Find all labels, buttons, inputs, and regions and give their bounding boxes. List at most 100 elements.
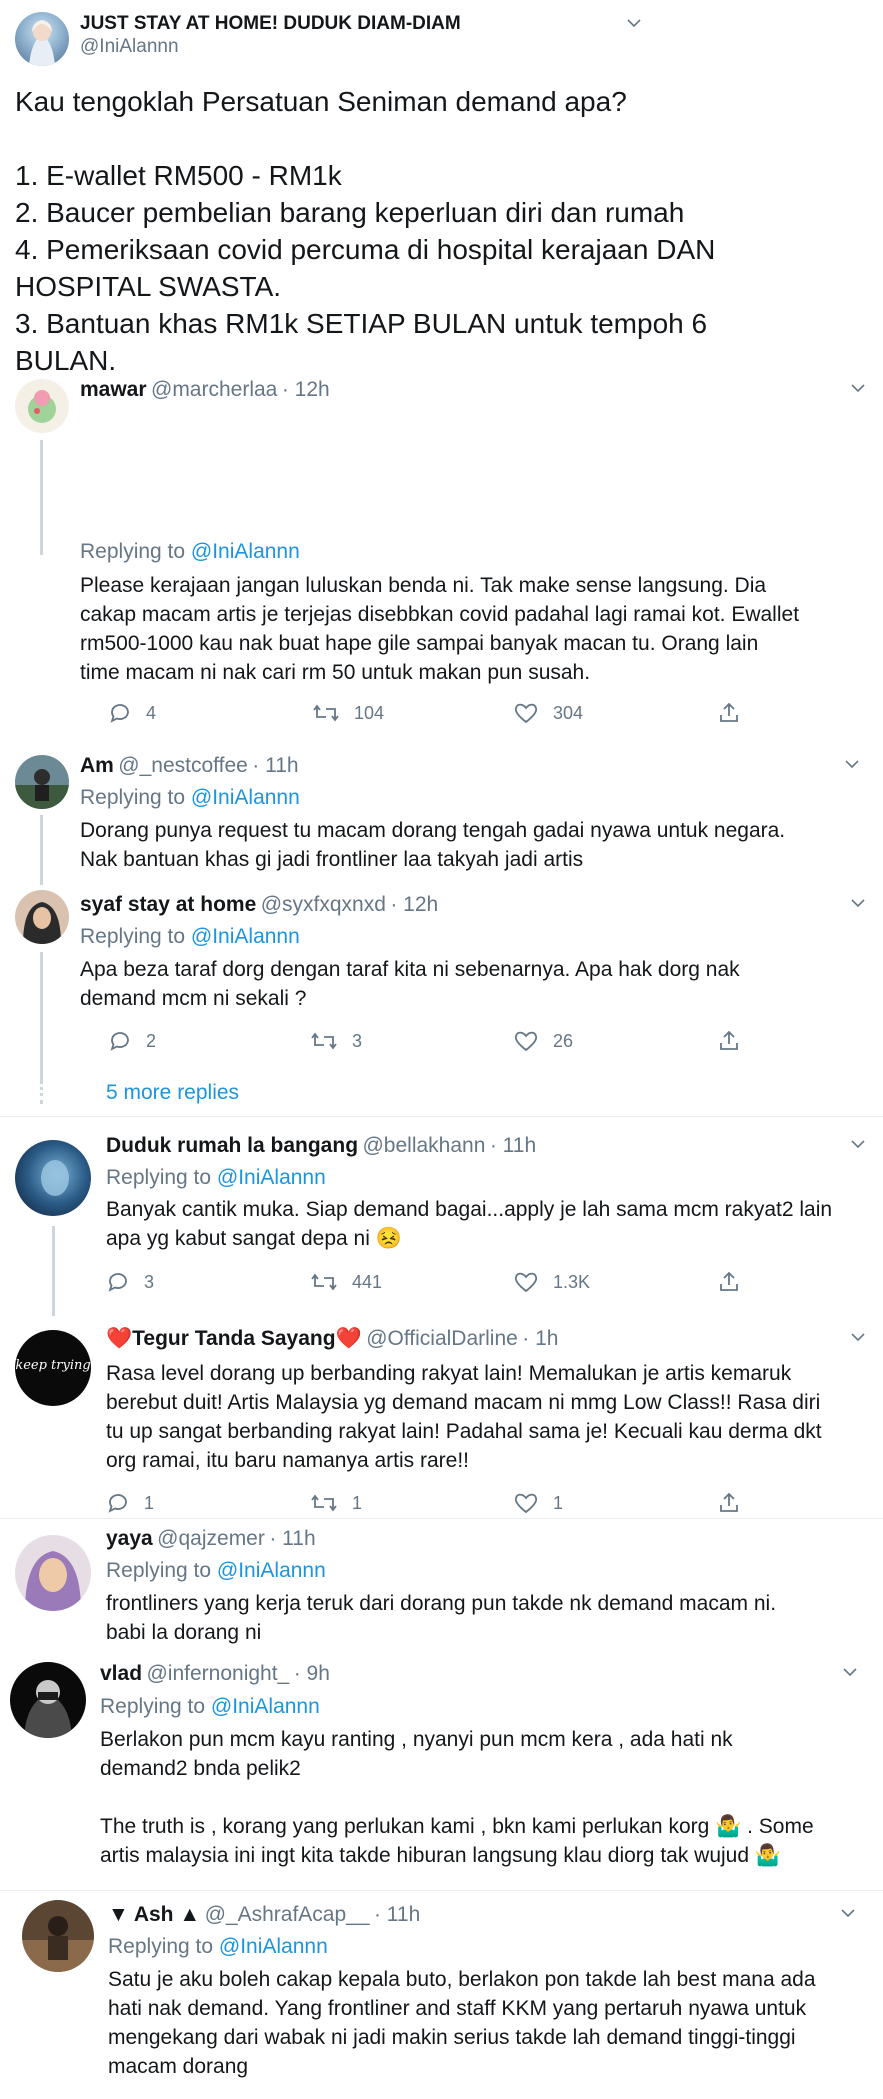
timestamp[interactable]: · 1h [522,1327,558,1350]
avatar[interactable] [15,755,69,809]
main-line: Kau tengoklah Persatuan Seniman demand a… [15,86,627,117]
divider [0,1890,883,1891]
replying-handle-link[interactable]: @IniAlannn [217,1166,326,1189]
main-line: 2. Baucer pembelian barang keperluan dir… [15,197,685,228]
author-handle[interactable]: @syxfxqxnxd [261,893,386,916]
reply-header: vlad @infernonight_ · 9h [100,1662,330,1686]
like-icon [514,1272,538,1293]
replying-handle-link[interactable]: @IniAlannn [191,925,300,948]
reply-text: frontliners yang kerja teruk dari dorang… [106,1589,776,1647]
replying-to: Replying to @IniAlannn [80,786,300,810]
replying-handle-link[interactable]: @IniAlannn [191,540,300,563]
avatar[interactable] [10,1662,86,1738]
replying-handle-link[interactable]: @IniAlannn [219,1935,328,1958]
author-name[interactable]: Duduk rumah la bangang [106,1134,358,1157]
share-button[interactable] [717,1491,755,1515]
timestamp[interactable]: · 11h [252,754,298,777]
main-line: 4. Pemeriksaan covid percuma di hospital… [15,234,716,265]
replying-to: Replying to @IniAlannn [106,1166,326,1190]
retweet-button[interactable]: 441 [310,1270,382,1294]
retweet-button[interactable]: 1 [310,1491,362,1515]
author-name[interactable]: ▼ Ash ▲ [108,1903,200,1926]
reply-line: artis malaysia ini ingt kita takde hibur… [100,1844,782,1867]
avatar[interactable]: keep trying [15,1330,91,1406]
author-name[interactable]: syaf stay at home [80,893,256,916]
main-author-handle[interactable]: @IniAlannn [80,36,179,58]
timestamp[interactable]: · 11h [269,1527,315,1550]
timestamp[interactable]: · 12h [282,378,330,401]
author-handle[interactable]: @marcherlaa [151,378,277,401]
like-button[interactable]: 1 [513,1491,563,1515]
timestamp[interactable]: · 11h [374,1903,420,1926]
reply-count: 2 [146,1030,157,1051]
more-replies-link[interactable]: 5 more replies [106,1081,239,1105]
chevron-down-icon[interactable] [851,1330,865,1344]
reply-button[interactable]: 2 [108,1029,156,1053]
like-icon [514,1031,538,1052]
retweet-icon [311,1032,337,1050]
reply-button[interactable]: 3 [106,1270,154,1294]
author-name[interactable]: yaya [106,1527,153,1550]
avatar[interactable] [15,1140,91,1216]
avatar[interactable] [15,379,69,433]
reply-line: macam dorang [108,2055,249,2078]
reply-text: Banyak cantik muka. Siap demand bagai...… [106,1195,832,1253]
reply-header: syaf stay at home @syxfxqxnxd · 12h [80,893,438,917]
main-avatar[interactable] [15,12,69,66]
author-name[interactable]: ❤️Tegur Tanda Sayang❤️ [106,1327,362,1350]
reply-button[interactable]: 4 [108,701,156,725]
reply-line: Rasa level dorang up berbanding rakyat l… [106,1362,792,1385]
author-handle[interactable]: @bellakhann [362,1134,485,1157]
reply-header: ▼ Ash ▲ @_AshrafAcap__ · 11h [108,1903,420,1927]
avatar[interactable] [15,1535,91,1611]
chevron-down-icon[interactable] [841,1906,855,1920]
avatar-image [29,20,55,66]
author-handle[interactable]: @infernonight_ [146,1662,289,1685]
avatar-image [25,1551,81,1611]
main-line: HOSPITAL SWASTA. [15,271,282,302]
like-count: 1.3K [553,1271,591,1292]
thread-line [40,440,43,555]
replying-handle-link[interactable]: @IniAlannn [217,1559,326,1582]
author-name[interactable]: mawar [80,378,147,401]
share-button[interactable] [717,1029,755,1053]
like-button[interactable]: 304 [513,701,583,725]
reply-line: time macam ni nak cari rm 50 untuk makan… [80,661,591,684]
replying-label: Replying to [80,540,186,563]
author-handle[interactable]: @_AshrafAcap__ [205,1903,370,1926]
timestamp[interactable]: · 11h [490,1134,536,1157]
replying-handle-link[interactable]: @IniAlannn [191,786,300,809]
replying-handle-link[interactable]: @IniAlannn [211,1695,320,1718]
chevron-down-icon[interactable] [851,381,865,395]
timestamp[interactable]: · 9h [294,1662,330,1685]
avatar-image [24,1680,72,1738]
avatar[interactable] [22,1900,94,1972]
share-button[interactable] [717,701,755,725]
author-handle[interactable]: @OfficialDarline [366,1327,518,1350]
author-handle[interactable]: @qajzemer [157,1527,265,1550]
chevron-down-icon[interactable] [851,896,865,910]
retweet-count: 3 [352,1030,363,1051]
reply-button[interactable]: 1 [106,1491,154,1515]
retweet-button[interactable]: 3 [310,1029,362,1053]
reply-text: Please kerajaan jangan luluskan benda ni… [80,571,799,687]
chevron-down-icon[interactable] [627,16,641,30]
chevron-down-icon[interactable] [851,1137,865,1151]
avatar[interactable] [15,890,69,944]
timestamp[interactable]: · 12h [390,893,438,916]
like-button[interactable]: 26 [513,1029,573,1053]
reply-line: berebut duit! Artis Malaysia yg demand m… [106,1391,821,1414]
main-line: BULAN. [15,345,117,376]
share-button[interactable] [717,1270,755,1294]
chevron-down-icon[interactable] [845,757,859,771]
author-name[interactable]: Am [80,754,114,777]
chevron-down-icon[interactable] [843,1665,857,1679]
like-button[interactable]: 1.3K [513,1270,590,1294]
reply-line: rm500-1000 kau nak buat hape gile sampai… [80,632,759,655]
author-handle[interactable]: @_nestcoffee [118,754,248,777]
reply-line: tu up sangat berbanding rakyat lain! Pad… [106,1420,822,1443]
author-name[interactable]: vlad [100,1662,142,1685]
retweet-button[interactable]: 104 [312,701,384,725]
reply-icon [110,704,129,723]
main-author-name[interactable]: JUST STAY AT HOME! DUDUK DIAM-DIAM [80,13,461,35]
